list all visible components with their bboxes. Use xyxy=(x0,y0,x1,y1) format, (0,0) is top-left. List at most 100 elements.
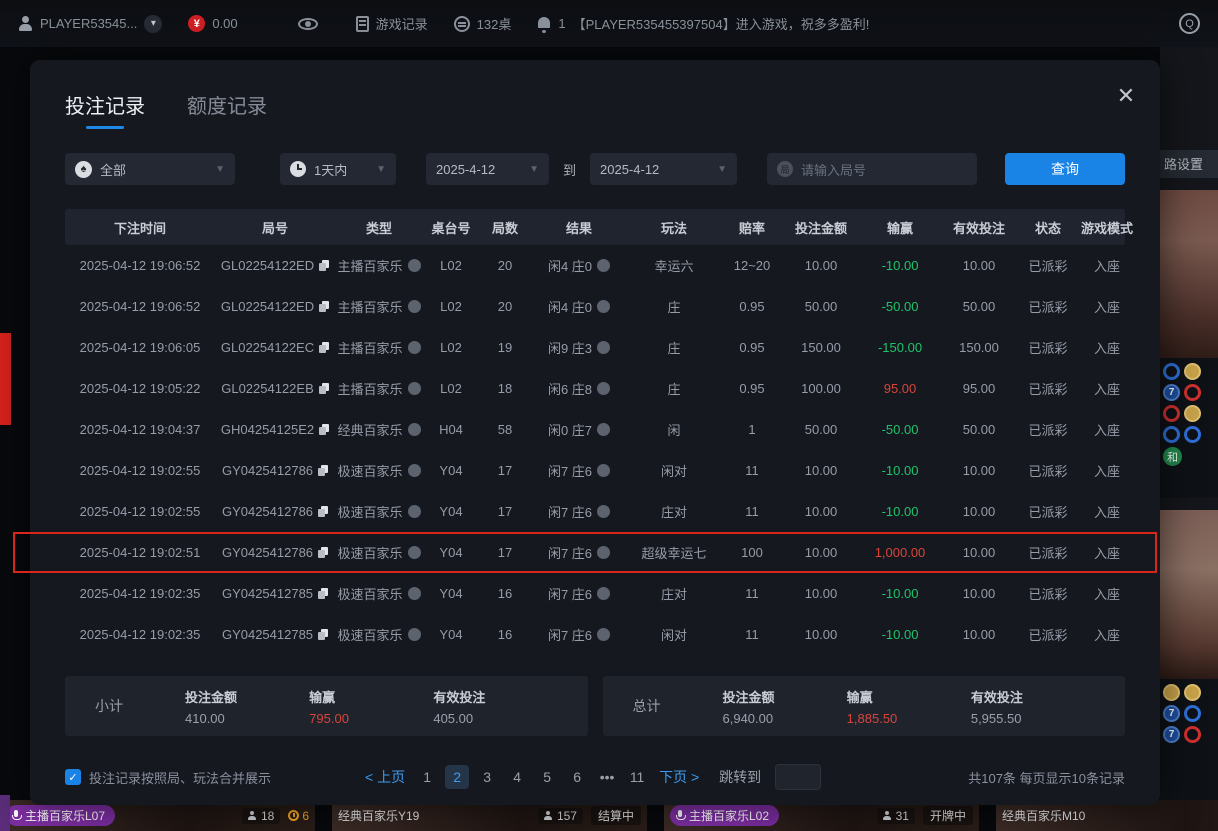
info-icon[interactable] xyxy=(408,423,421,436)
table-header-cell: 赔率 xyxy=(721,218,783,237)
date-to-select[interactable]: 2025-4-12 ▼ xyxy=(590,153,737,185)
info-icon[interactable] xyxy=(408,587,421,600)
next-page-button[interactable]: 下页 > xyxy=(655,764,703,790)
table-row[interactable]: 2025-04-12 19:02:35 GY0425412785 极速百家乐 Y… xyxy=(65,614,1125,655)
game-records-label: 游戏记录 xyxy=(376,14,428,33)
info-icon[interactable] xyxy=(408,382,421,395)
table-row[interactable]: 2025-04-12 19:02:55 GY0425412786 极速百家乐 Y… xyxy=(65,450,1125,491)
result-info-icon[interactable] xyxy=(597,259,610,272)
result-info-icon[interactable] xyxy=(597,341,610,354)
result-info-icon[interactable] xyxy=(597,628,610,641)
table-row[interactable]: 2025-04-12 19:05:22 GL02254122EB 主播百家乐 L… xyxy=(65,368,1125,409)
tab-bet-records[interactable]: 投注记录 xyxy=(65,90,145,129)
bet-records-modal: ✕ 投注记录 额度记录 ♠ 全部 ▼ 1天内 ▼ 2025-4-12 ▼ 到 2… xyxy=(30,60,1160,805)
copy-icon[interactable] xyxy=(318,629,328,640)
info-icon[interactable] xyxy=(408,341,421,354)
page-number[interactable]: 2 xyxy=(445,765,469,789)
table-header-cell: 有效投注 xyxy=(941,218,1017,237)
copy-icon[interactable] xyxy=(319,383,329,394)
prev-page-button[interactable]: < 上页 xyxy=(361,764,409,790)
table-header-cell: 局号 xyxy=(215,218,335,237)
pagination: < 上页 123456•••11 下页 > 跳转到 xyxy=(361,764,821,790)
result-info-icon[interactable] xyxy=(597,382,610,395)
page-number[interactable]: 6 xyxy=(565,765,589,789)
table-header-cell: 结果 xyxy=(531,218,627,237)
service-icon[interactable]: Q xyxy=(1179,13,1200,34)
caret-down-icon: ▼ xyxy=(215,164,225,175)
chevron-down-icon[interactable]: ▾ xyxy=(144,15,162,33)
result-info-icon[interactable] xyxy=(597,300,610,313)
table-header-cell: 状态 xyxy=(1017,218,1079,237)
time-range-select[interactable]: 1天内 ▼ xyxy=(280,153,396,185)
spade-icon: ♠ xyxy=(75,161,92,178)
copy-icon[interactable] xyxy=(318,465,328,476)
table-row[interactable]: 2025-04-12 19:06:52 GL02254122ED 主播百家乐 L… xyxy=(65,286,1125,327)
bead-banker xyxy=(1163,426,1180,443)
stream-status: 开牌中 xyxy=(923,806,973,825)
merge-checkbox-label: 投注记录按照局、玩法合并展示 xyxy=(89,768,271,787)
copy-icon[interactable] xyxy=(319,424,329,435)
info-icon[interactable] xyxy=(408,546,421,559)
page-number[interactable]: 1 xyxy=(415,765,439,789)
page-number[interactable]: 3 xyxy=(475,765,499,789)
copy-icon[interactable] xyxy=(319,301,329,312)
bead-gold xyxy=(1184,684,1201,701)
date-from-select[interactable]: 2025-4-12 ▼ xyxy=(426,153,549,185)
game-records-button[interactable]: 游戏记录 xyxy=(356,14,428,33)
copy-icon[interactable] xyxy=(318,506,328,517)
info-icon[interactable] xyxy=(408,628,421,641)
stream-name-pill: 主播百家乐L07 xyxy=(6,805,115,826)
copy-icon[interactable] xyxy=(318,547,328,558)
result-info-icon[interactable] xyxy=(597,505,610,518)
subtotal-winloss-label: 输赢 xyxy=(309,687,433,706)
subtotal-amount: 410.00 xyxy=(185,711,309,726)
merge-checkbox-group[interactable]: ✓ 投注记录按照局、玩法合并展示 xyxy=(65,768,271,787)
page-number[interactable]: 5 xyxy=(535,765,559,789)
close-icon[interactable]: ✕ xyxy=(1114,84,1138,108)
summary-row: 小计 投注金额 410.00 输赢 795.00 有效投注 405.00 总计 … xyxy=(65,676,1125,736)
round-search-input[interactable]: 局 请输入局号 xyxy=(767,153,977,185)
road-settings-button[interactable]: 路设置 xyxy=(1160,150,1218,178)
result-info-icon[interactable] xyxy=(597,464,610,477)
viewer-count: 157 xyxy=(538,808,583,824)
table-row[interactable]: 2025-04-12 19:02:51 GY0425412786 极速百家乐 Y… xyxy=(65,532,1125,573)
records-count-info: 共107条 每页显示10条记录 xyxy=(968,768,1125,787)
table-row[interactable]: 2025-04-12 19:02:55 GY0425412786 极速百家乐 Y… xyxy=(65,491,1125,532)
tab-quota-records[interactable]: 额度记录 xyxy=(187,90,267,129)
copy-icon[interactable] xyxy=(319,342,329,353)
result-info-icon[interactable] xyxy=(597,546,610,559)
account-menu[interactable]: PLAYER53545... ▾ xyxy=(18,15,162,33)
tie-badge: 和 xyxy=(1163,447,1182,466)
table-header-row: 下注时间局号类型桌台号局数结果玩法赔率投注金额输赢有效投注状态游戏模式 xyxy=(65,209,1125,245)
page-number[interactable]: 11 xyxy=(625,765,649,789)
copy-icon[interactable] xyxy=(319,260,329,271)
info-icon[interactable] xyxy=(408,464,421,477)
copy-icon[interactable] xyxy=(318,588,328,599)
toggle-balance[interactable] xyxy=(298,18,318,30)
query-button[interactable]: 查询 xyxy=(1005,153,1125,185)
table-row[interactable]: 2025-04-12 19:06:52 GL02254122ED 主播百家乐 L… xyxy=(65,245,1125,286)
bead-banker xyxy=(1184,426,1201,443)
info-icon[interactable] xyxy=(408,505,421,518)
result-info-icon[interactable] xyxy=(597,423,610,436)
dealer-video-thumbnail[interactable] xyxy=(1160,510,1218,679)
checkbox-checked-icon[interactable]: ✓ xyxy=(65,769,81,785)
viewer-count: 31 xyxy=(877,808,915,824)
table-row[interactable]: 2025-04-12 19:04:37 GH04254125E2 经典百家乐 H… xyxy=(65,409,1125,450)
table-row[interactable]: 2025-04-12 19:06:05 GL02254122EC 主播百家乐 L… xyxy=(65,327,1125,368)
tables-icon xyxy=(454,16,470,32)
dealer-video-thumbnail[interactable] xyxy=(1160,190,1218,359)
bead-gold xyxy=(1184,363,1201,380)
tables-button[interactable]: 132桌 xyxy=(454,14,512,33)
info-icon[interactable] xyxy=(408,300,421,313)
total-winloss-label: 输赢 xyxy=(847,687,971,706)
table-row[interactable]: 2025-04-12 19:02:35 GY0425412785 极速百家乐 Y… xyxy=(65,573,1125,614)
subtotal-amount-label: 投注金额 xyxy=(185,687,309,706)
page-number[interactable]: ••• xyxy=(595,765,619,789)
table-header-cell: 游戏模式 xyxy=(1079,218,1135,237)
info-icon[interactable] xyxy=(408,259,421,272)
result-info-icon[interactable] xyxy=(597,587,610,600)
page-number[interactable]: 4 xyxy=(505,765,529,789)
jump-page-input[interactable] xyxy=(775,764,821,790)
game-type-select[interactable]: ♠ 全部 ▼ xyxy=(65,153,235,185)
